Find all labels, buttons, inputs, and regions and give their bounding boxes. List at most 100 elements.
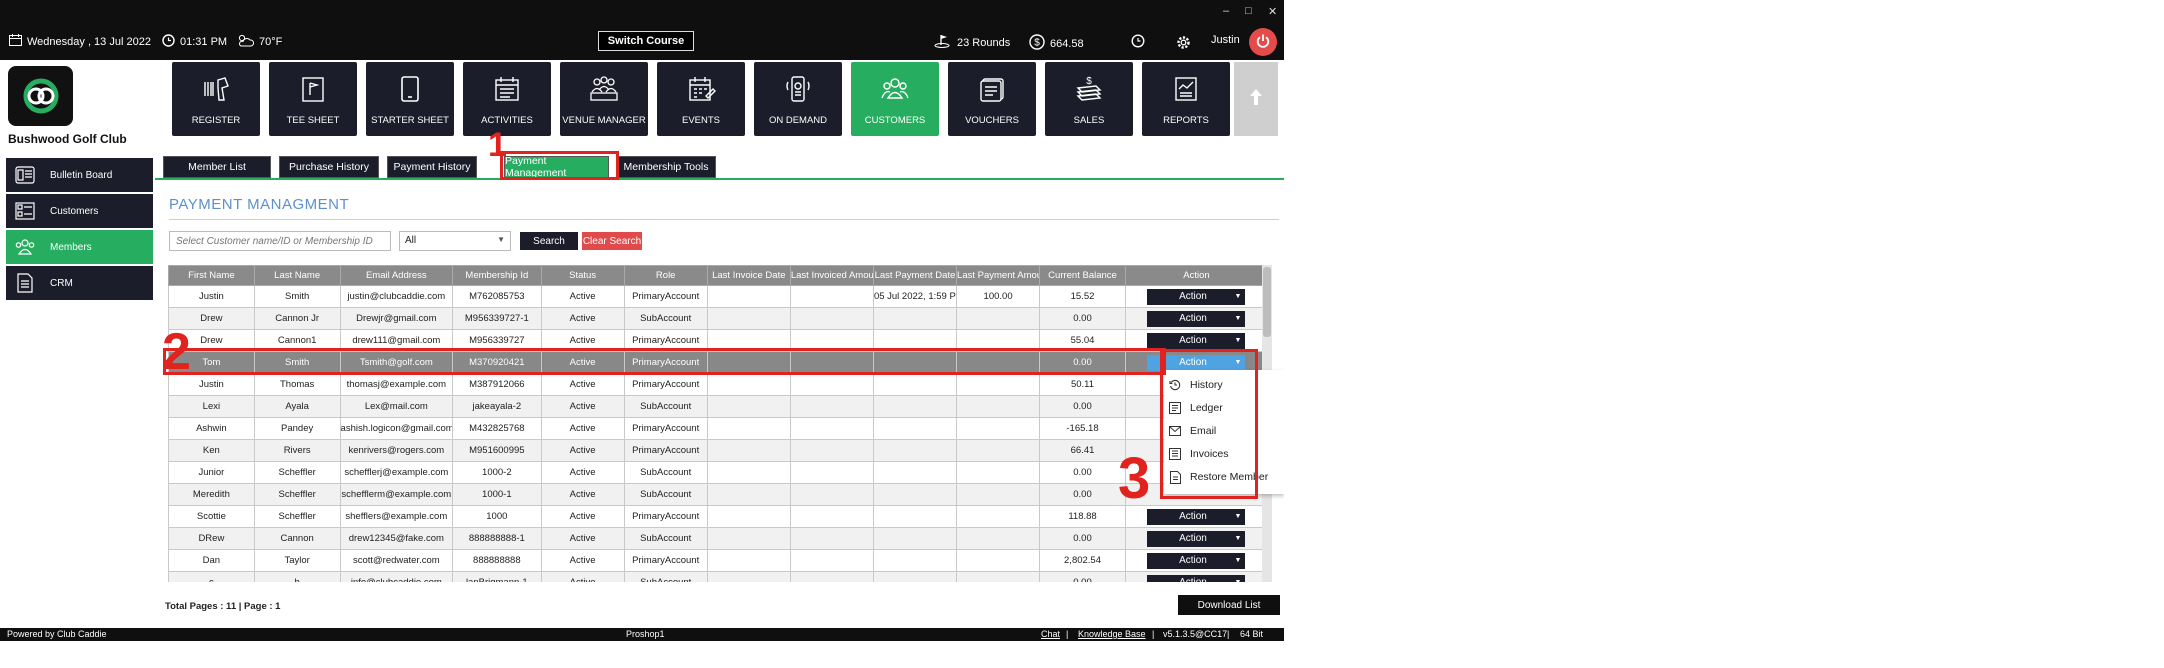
crm-document-icon	[14, 273, 36, 293]
table-cell: 1000-1	[452, 483, 542, 506]
clear-search-button[interactable]: Clear Search	[582, 232, 642, 250]
table-cell	[872, 505, 958, 528]
nav-vouchers-button[interactable]: VOUCHERS	[948, 62, 1036, 136]
table-row[interactable]: Scottie Scheffler shefflers@example.com 100…	[168, 505, 1269, 528]
table-cell: PrimaryAccount	[623, 505, 708, 528]
table-cell	[789, 505, 874, 528]
column-header[interactable]: Email Address	[339, 265, 454, 286]
tab-membership-tools[interactable]: Membership Tools	[616, 156, 716, 178]
action-dropdown-button[interactable]: Action▼	[1147, 508, 1246, 525]
user-name[interactable]: Justin	[1211, 34, 1240, 46]
nav-reports-button[interactable]: REPORTS	[1142, 62, 1230, 136]
nav-tee-sheet-button[interactable]: TEE SHEET	[269, 62, 357, 136]
table-row[interactable]: Tom Smith Tsmith@golf.com M370920421 Active P…	[168, 351, 1269, 374]
rounds-text: 23 Rounds	[957, 36, 1011, 49]
customer-search-input[interactable]	[169, 231, 391, 251]
switch-course-button[interactable]: Switch Course	[598, 31, 694, 51]
tab-payment-history[interactable]: Payment History	[387, 156, 477, 178]
table-cell	[706, 527, 791, 550]
status-filter-select[interactable]: All ▼	[399, 231, 511, 251]
table-scrollbar-thumb[interactable]	[1263, 267, 1271, 337]
action-dropdown-button[interactable]: Action▼	[1147, 310, 1246, 327]
column-header[interactable]: Last Invoice Date	[706, 265, 791, 286]
table-cell: Tsmith@golf.com	[339, 351, 454, 374]
table-row[interactable]: Drew Cannon1 drew111@gmail.com M956339727 Ac…	[168, 329, 1269, 352]
tab-payment-management[interactable]: Payment Management	[504, 155, 609, 179]
balance-display[interactable]: $ 664.58	[1029, 34, 1084, 53]
action-dropdown-button[interactable]: Action▼	[1147, 530, 1246, 547]
table-row[interactable]: Junior Scheffler schefflerj@example.com 100…	[168, 461, 1269, 484]
table-cell	[872, 329, 958, 352]
nav-activities-button[interactable]: ACTIVITIES	[463, 62, 551, 136]
search-button[interactable]: Search	[520, 232, 578, 250]
sidebar-item-bulletin-board[interactable]: Bulletin Board	[6, 158, 153, 192]
club-caddie-logo	[8, 66, 73, 126]
table-cell: Thomas	[253, 373, 341, 396]
members-icon	[14, 237, 36, 257]
column-header[interactable]: Last Payment Amount	[956, 265, 1041, 286]
sidebar-item-crm[interactable]: CRM	[6, 266, 153, 300]
table-row[interactable]: Lexi Ayala Lex@mail.com jakeayala-2 Active Su…	[168, 395, 1269, 418]
nav-starter-sheet-button[interactable]: STARTER SHEET	[366, 62, 454, 136]
sidebar-item-members[interactable]: Members	[6, 230, 153, 264]
table-cell: Ken	[168, 439, 255, 462]
table-cell: ashish.logicon@gmail.com	[339, 417, 454, 440]
column-header[interactable]: Membership Id	[452, 265, 542, 286]
history-clock-button[interactable]	[1131, 34, 1145, 51]
nav-sales-button[interactable]: $ SALES	[1045, 62, 1133, 136]
table-cell	[706, 439, 791, 462]
table-cell: 15.52	[1039, 285, 1126, 308]
chat-link[interactable]: Chat	[1041, 629, 1060, 639]
table-row[interactable]: Ken Rivers kenrivers@rogers.com M951600995 A…	[168, 439, 1269, 462]
nav-register-button[interactable]: REGISTER	[172, 62, 260, 136]
menu-item-history[interactable]: History	[1164, 374, 1284, 396]
rounds-display[interactable]: 23 Rounds	[934, 34, 1010, 51]
table-row[interactable]: Justin Thomas thomasj@example.com M38791206…	[168, 373, 1269, 396]
scroll-up-button[interactable]	[1234, 62, 1278, 136]
reports-icon	[1142, 74, 1230, 104]
nav-on-demand-button[interactable]: ON DEMAND	[754, 62, 842, 136]
action-dropdown-button[interactable]: Action▼	[1147, 574, 1246, 582]
action-dropdown-button[interactable]: Action▼	[1147, 354, 1246, 371]
tab-purchase-history[interactable]: Purchase History	[279, 156, 379, 178]
action-dropdown-button[interactable]: Action▼	[1147, 552, 1246, 569]
menu-item-label: Invoices	[1190, 448, 1229, 460]
maximize-button[interactable]: □	[1245, 5, 1252, 17]
annotation-number-3: 3	[1118, 446, 1151, 511]
column-header[interactable]: Role	[623, 265, 708, 286]
nav-venue-manager-button[interactable]: VENUE MANAGER	[560, 62, 648, 136]
tab-member-list[interactable]: Member List	[163, 156, 271, 178]
table-cell: scott@redwater.com	[339, 549, 454, 572]
column-header[interactable]: Last Invoiced Amount	[789, 265, 874, 286]
nav-events-button[interactable]: EVENTS	[657, 62, 745, 136]
sidebar-item-customers[interactable]: Customers	[6, 194, 153, 228]
column-header[interactable]: Current Balance	[1039, 265, 1126, 286]
table-row[interactable]: Dan Taylor scott@redwater.com 888888888 Acti…	[168, 549, 1269, 572]
power-button[interactable]	[1249, 28, 1277, 56]
table-row[interactable]: Justin Smith justin@clubcaddie.com M7620857…	[168, 285, 1269, 308]
column-header[interactable]: Status	[540, 265, 625, 286]
nav-customers-button[interactable]: CUSTOMERS	[851, 62, 939, 136]
menu-item-invoices[interactable]: Invoices	[1164, 443, 1284, 465]
menu-item-restore-member[interactable]: Restore Member	[1164, 466, 1284, 488]
table-row[interactable]: cbinfo@clubcaddie.comlanBrigmann-1Active…	[168, 571, 1269, 582]
brand-area: Bushwood Golf Club	[0, 60, 160, 148]
action-dropdown-button[interactable]: Action▼	[1147, 332, 1246, 349]
column-header[interactable]: Action	[1124, 265, 1269, 286]
action-dropdown-button[interactable]: Action▼	[1147, 288, 1246, 305]
knowledge-base-link[interactable]: Knowledge Base	[1078, 629, 1146, 639]
table-row[interactable]: Drew Cannon Jr Drewjr@gmail.com M956339727-…	[168, 307, 1269, 330]
column-header[interactable]: Last Name	[253, 265, 341, 286]
minimize-button[interactable]: –	[1223, 5, 1229, 17]
table-row[interactable]: Ashwin Pandey ashish.logicon@gmail.com M432…	[168, 417, 1269, 440]
settings-button[interactable]	[1175, 34, 1192, 54]
close-window-button[interactable]: ✕	[1268, 5, 1277, 18]
table-row[interactable]: Meredith Scheffler schefflerm@example.com 1…	[168, 483, 1269, 506]
download-list-button[interactable]: Download List	[1178, 595, 1280, 615]
balance-text: 664.58	[1050, 37, 1084, 50]
menu-item-ledger[interactable]: Ledger	[1164, 397, 1284, 419]
column-header[interactable]: First Name	[168, 265, 255, 286]
column-header[interactable]: Last Payment Date	[872, 265, 958, 286]
menu-item-email[interactable]: Email	[1164, 420, 1284, 442]
table-row[interactable]: DRew Cannon drew12345@fake.com 888888888-1 A…	[168, 527, 1269, 550]
